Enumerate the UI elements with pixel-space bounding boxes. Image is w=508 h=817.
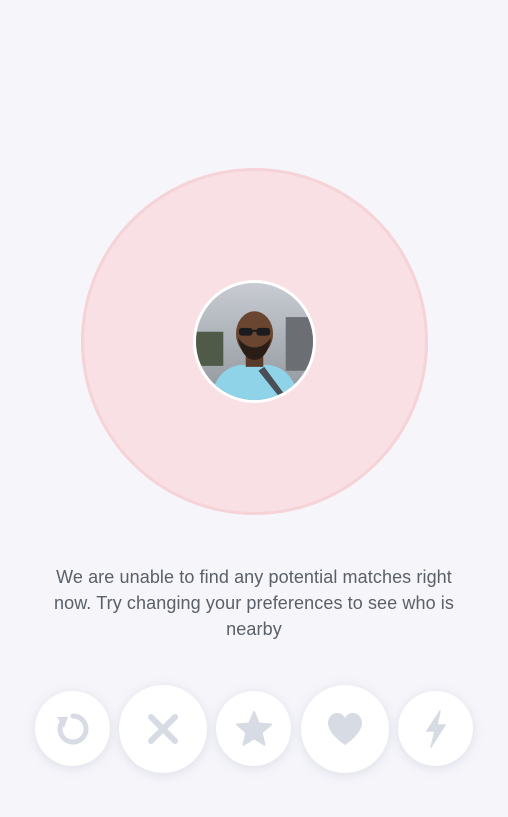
lightning-icon — [425, 709, 446, 748]
like-button[interactable] — [301, 685, 389, 773]
rewind-button[interactable] — [35, 691, 110, 766]
avatar-photo — [196, 283, 313, 400]
avatar — [193, 280, 316, 403]
rewind-icon — [56, 713, 89, 744]
action-bar — [0, 680, 508, 790]
boost-button[interactable] — [398, 691, 473, 766]
close-icon — [148, 714, 178, 744]
nope-button[interactable] — [119, 685, 207, 773]
heart-icon — [328, 713, 362, 745]
empty-state-message: We are unable to find any potential matc… — [53, 567, 455, 639]
super-like-button[interactable] — [216, 691, 291, 766]
star-icon — [235, 710, 272, 746]
